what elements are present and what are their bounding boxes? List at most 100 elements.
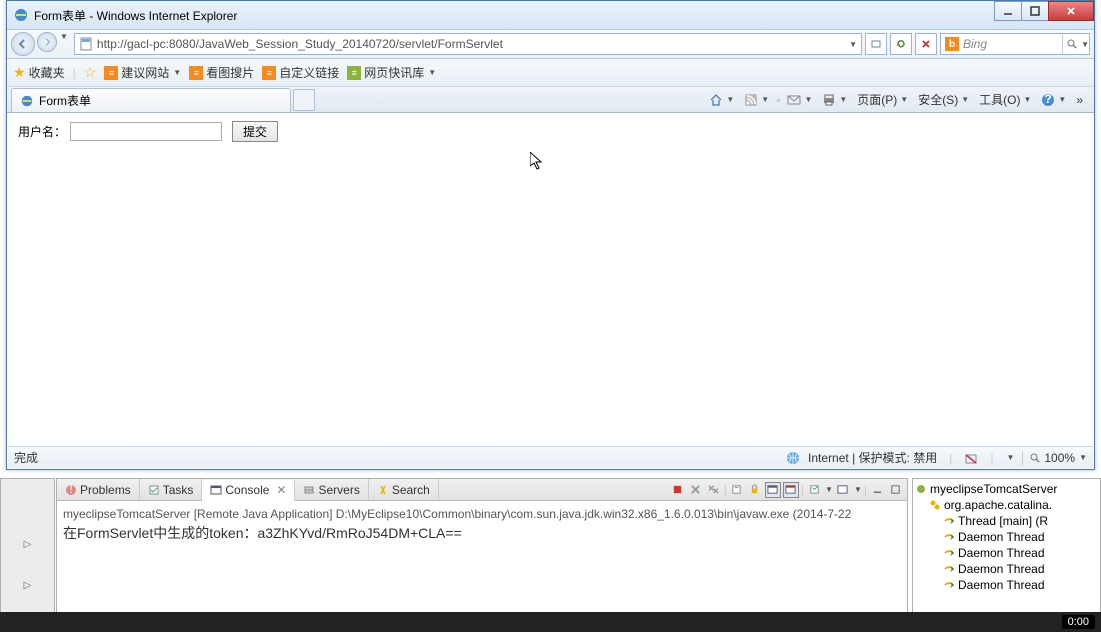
pin-console-button[interactable] [765, 482, 781, 498]
address-bar[interactable]: ▼ [74, 33, 862, 55]
debug-root[interactable]: myeclipseTomcatServer [915, 481, 1098, 497]
thread-icon [943, 547, 955, 559]
compat-button[interactable] [865, 33, 887, 55]
debug-thread[interactable]: Thread [main] (R [915, 513, 1098, 529]
page-icon: ≡ [262, 66, 276, 80]
address-dropdown-icon[interactable]: ▼ [849, 40, 857, 49]
security-menu[interactable]: 安全(S)▼ [915, 89, 972, 110]
stop-button[interactable] [915, 33, 937, 55]
webslice-link[interactable]: ≡网页快讯库▼ [347, 64, 436, 81]
tab-problems[interactable]: !Problems [57, 479, 140, 500]
new-tab-button[interactable] [293, 89, 315, 111]
display-console-button[interactable] [835, 482, 851, 498]
submit-button[interactable]: 提交 [232, 121, 278, 142]
close-button[interactable] [1048, 1, 1094, 21]
username-label: 用户名： [18, 123, 66, 140]
image-search-link[interactable]: ≡看图搜片 [189, 64, 254, 81]
debug-view: myeclipseTomcatServer org.apache.catalin… [912, 478, 1101, 632]
feeds-button[interactable]: ▼ [741, 91, 772, 109]
username-input[interactable] [70, 122, 222, 141]
taskbar: 0:00 [0, 612, 1101, 632]
tab-console[interactable]: Console✕ [202, 480, 295, 501]
window-controls [995, 1, 1094, 21]
show-console-button[interactable] [783, 482, 799, 498]
tools-menu[interactable]: 工具(O)▼ [976, 89, 1034, 110]
back-button[interactable] [11, 32, 35, 56]
history-dropdown-icon[interactable]: ▼ [60, 32, 68, 56]
favorites-bar: ★收藏夹 | ☆ ≡建议网站▼ ≡看图搜片 ≡自定义链接 ≡网页快讯库▼ [7, 59, 1094, 87]
debug-thread[interactable]: Daemon Thread [915, 545, 1098, 561]
status-dropdown-icon[interactable]: ▼ [1006, 453, 1014, 462]
maximize-view-button[interactable] [887, 482, 903, 498]
bug-icon [915, 483, 927, 495]
console-output: myeclipseTomcatServer [Remote Java Appli… [57, 501, 907, 548]
forward-button[interactable] [37, 32, 57, 52]
clear-console-button[interactable] [729, 482, 745, 498]
console-header: myeclipseTomcatServer [Remote Java Appli… [63, 505, 901, 523]
scroll-lock-button[interactable] [747, 482, 763, 498]
tab-tasks[interactable]: Tasks [140, 479, 203, 500]
ie-icon [13, 7, 29, 23]
search-box[interactable]: b Bing ▼ [940, 33, 1090, 55]
status-bar: 完成 Internet | 保护模式: 禁用 | | ▼ 100% ▼ [8, 446, 1093, 468]
help-button[interactable]: ?▼ [1038, 91, 1069, 109]
gears-icon [929, 499, 941, 511]
nav-row: ▼ ▼ b Bing ▼ [7, 29, 1094, 59]
open-console-button[interactable] [806, 482, 822, 498]
remove-all-button[interactable] [706, 482, 722, 498]
tab-active[interactable]: Form表单 [11, 88, 291, 112]
dropdown-icon[interactable]: ▼ [825, 485, 833, 494]
collapse-icon[interactable]: ▷ [24, 580, 32, 591]
collapse-icon[interactable]: ▷ [24, 539, 32, 550]
svg-text:?: ? [1045, 93, 1052, 106]
console-view: !Problems Tasks Console✕ Servers Search … [56, 478, 908, 632]
debug-process[interactable]: org.apache.catalina. [915, 497, 1098, 513]
console-line: 在FormServlet中生成的token：a3ZhKYvd/RmRoJ54DM… [63, 523, 901, 544]
feed-icon: ≡ [347, 66, 361, 80]
protected-mode-icon [964, 451, 978, 465]
debug-thread[interactable]: Daemon Thread [915, 577, 1098, 593]
debug-thread[interactable]: Daemon Thread [915, 561, 1098, 577]
tab-title: Form表单 [39, 92, 91, 109]
svg-text:!: ! [69, 484, 72, 496]
page-content: 用户名： 提交 [8, 115, 1093, 445]
thread-icon [943, 579, 955, 591]
ie-icon [20, 94, 34, 108]
remove-launch-button[interactable] [688, 482, 704, 498]
expand-icon[interactable]: » [1073, 91, 1086, 109]
debug-tree: myeclipseTomcatServer org.apache.catalin… [913, 479, 1100, 595]
page-icon: ≡ [189, 66, 203, 80]
zoom-control[interactable]: 100% ▼ [1022, 451, 1087, 465]
star-icon: ★ [13, 64, 26, 81]
search-engine-label: Bing [963, 37, 987, 51]
bing-icon: b [945, 37, 959, 51]
terminate-button[interactable] [670, 482, 686, 498]
tab-row: Form表单 ▼ ▼ ▪ ▼ ▼ 页面(P)▼ 安全(S)▼ 工具(O)▼ ?▼… [7, 87, 1094, 113]
view-tabs: !Problems Tasks Console✕ Servers Search … [57, 479, 907, 501]
tab-search[interactable]: Search [369, 479, 439, 500]
custom-link[interactable]: ≡自定义链接 [262, 64, 339, 81]
home-button[interactable]: ▼ [706, 91, 737, 109]
search-dropdown-icon[interactable]: ▼ [1081, 40, 1089, 49]
add-favorite-button[interactable]: ☆ [84, 64, 97, 81]
refresh-button[interactable] [890, 33, 912, 55]
url-input[interactable] [97, 37, 848, 51]
favorites-button[interactable]: ★收藏夹 [13, 64, 65, 81]
tab-servers[interactable]: Servers [295, 479, 368, 500]
minimize-button[interactable] [994, 1, 1022, 21]
zoom-level: 100% [1044, 451, 1075, 465]
close-tab-icon[interactable]: ✕ [276, 483, 286, 497]
minimize-view-button[interactable] [869, 482, 885, 498]
status-text: 完成 [14, 449, 38, 466]
dropdown-icon[interactable]: ▼ [854, 485, 862, 494]
print-button[interactable]: ▼ [819, 91, 850, 109]
mail-button[interactable]: ▼ [784, 91, 815, 109]
maximize-button[interactable] [1021, 1, 1049, 21]
security-zone: Internet | 保护模式: 禁用 [808, 449, 937, 466]
thread-icon [943, 531, 955, 543]
debug-thread[interactable]: Daemon Thread [915, 529, 1098, 545]
suggest-sites-link[interactable]: ≡建议网站▼ [104, 64, 181, 81]
search-button[interactable] [1062, 34, 1080, 54]
page-menu[interactable]: 页面(P)▼ [854, 89, 911, 110]
titlebar: Form表单 - Windows Internet Explorer [7, 1, 1094, 29]
